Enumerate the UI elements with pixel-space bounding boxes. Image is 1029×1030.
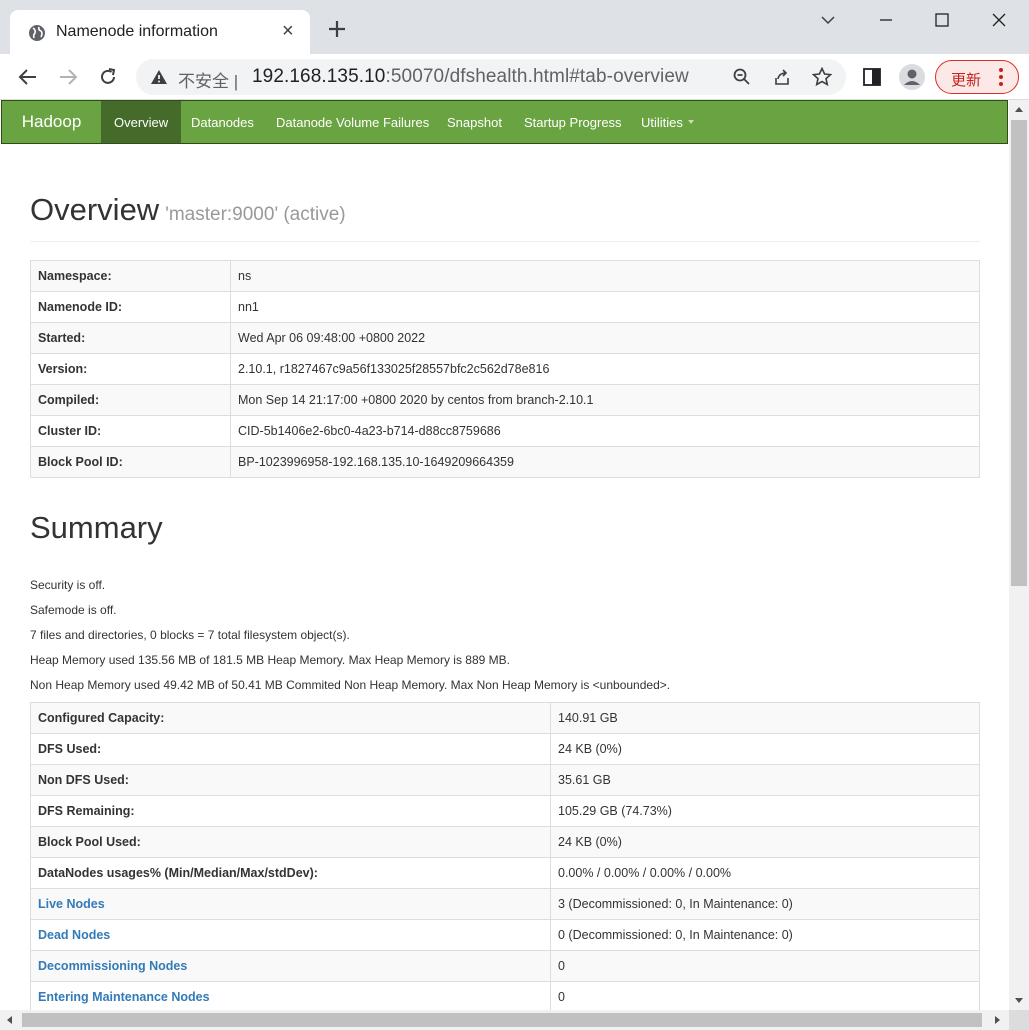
scroll-up-icon[interactable] [1015,107,1023,112]
horizontal-scrollbar[interactable] [0,1010,1009,1030]
scroll-left-icon[interactable] [7,1016,12,1024]
nav-startup-progress[interactable]: Startup Progress [511,101,635,143]
entering-maintenance-nodes-link[interactable]: Entering Maintenance Nodes [38,990,210,1004]
nav-datanodes[interactable]: Datanodes [178,101,267,143]
side-panel-icon[interactable] [861,66,883,88]
address-bar[interactable]: 不安全 | 192.168.135.10:50070/dfshealth.htm… [136,59,846,95]
nav-overview[interactable]: Overview [101,101,182,143]
divider [30,241,980,242]
horizontal-scroll-thumb[interactable] [22,1013,982,1027]
browser-toolbar: 不安全 | 192.168.135.10:50070/dfshealth.htm… [0,54,1029,100]
summary-line: Heap Memory used 135.56 MB of 181.5 MB H… [30,653,510,667]
overview-table: Namespace: ns Namenode ID: nn1 Started: Wed… [30,260,980,478]
table-row: Compiled: Mon Sep 14 21:17:00 +0800 2020 … [30,384,980,416]
nav-snapshot[interactable]: Snapshot [434,101,515,143]
decommissioning-nodes-link[interactable]: Decommissioning Nodes [38,959,187,973]
update-button[interactable]: 更新 [935,60,1019,94]
vertical-scroll-thumb[interactable] [1011,120,1027,586]
menu-dots-icon[interactable] [998,67,1004,87]
new-tab-icon[interactable] [326,18,348,40]
scroll-right-icon[interactable] [995,1016,1000,1024]
security-label[interactable]: 不安全 | [178,67,238,92]
warning-icon[interactable] [150,69,168,85]
table-row: Block Pool Used: 24 KB (0%) [30,826,980,858]
table-row: Started: Wed Apr 06 09:48:00 +0800 2022 [30,322,980,354]
table-row: DataNodes usages% (Min/Median/Max/stdDev… [30,857,980,889]
tab-search-icon[interactable] [800,0,856,40]
nav-utilities[interactable]: Utilities [628,101,707,143]
share-icon[interactable] [772,67,792,87]
summary-heading: Summary [30,510,163,545]
nav-datanode-volume-failures[interactable]: Datanode Volume Failures [263,101,442,143]
chevron-down-icon [687,120,694,124]
vertical-scrollbar[interactable] [1009,100,1029,1010]
back-icon[interactable] [17,66,39,88]
hadoop-navbar: Hadoop Overview Datanodes Datanode Volum… [1,100,1008,144]
table-row: Entering Maintenance Nodes 0 [30,981,980,1013]
zoom-icon[interactable] [732,67,752,87]
table-row: Decommissioning Nodes 0 [30,950,980,982]
url-text[interactable]: 192.168.135.10:50070/dfshealth.html#tab-… [252,66,689,88]
scroll-down-icon[interactable] [1015,998,1023,1003]
brand-link[interactable]: Hadoop [2,101,101,143]
table-row: Version: 2.10.1, r1827467c9a56f133025f285… [30,353,980,385]
page-viewport: Hadoop Overview Datanodes Datanode Volum… [0,100,1029,1030]
summary-line: Safemode is off. [30,603,117,617]
tab-title: Namenode information [56,23,218,40]
window-close-icon[interactable] [971,0,1027,40]
table-row: Block Pool ID: BP-1023996958-192.168.135.… [30,446,980,478]
summary-table: Configured Capacity: 140.91 GB DFS Used: 2… [30,702,980,1013]
summary-line: Non Heap Memory used 49.42 MB of 50.41 M… [30,678,671,692]
scrollbar-corner [1009,1010,1029,1030]
table-row: Namespace: ns [30,260,980,292]
minimize-icon[interactable] [858,0,914,40]
browser-titlebar: Namenode information × [0,0,1029,54]
tab-close-icon[interactable]: × [282,21,294,41]
live-nodes-link[interactable]: Live Nodes [38,897,105,911]
table-row: Namenode ID: nn1 [30,291,980,323]
globe-icon [29,25,45,41]
maximize-icon[interactable] [914,0,970,40]
forward-icon[interactable] [57,66,79,88]
dead-nodes-link[interactable]: Dead Nodes [38,928,110,942]
reload-icon[interactable] [97,66,119,88]
summary-line: Security is off. [30,578,106,592]
summary-line: 7 files and directories, 0 blocks = 7 to… [30,628,350,642]
table-row: Dead Nodes 0 (Decommissioned: 0, In Maint… [30,919,980,951]
bookmark-star-icon[interactable] [812,67,832,87]
table-row: Non DFS Used: 35.61 GB [30,764,980,796]
page-subtitle: 'master:9000' (active) [165,204,346,225]
browser-tab[interactable]: Namenode information × [10,10,310,54]
profile-avatar-icon[interactable] [899,64,925,90]
table-row: Live Nodes 3 (Decommissioned: 0, In Maint… [30,888,980,920]
table-row: Configured Capacity: 140.91 GB [30,702,980,734]
table-row: Cluster ID: CID-5b1406e2-6bc0-4a23-b714-d… [30,415,980,447]
page-title: Overview'master:9000' (active) [30,192,346,227]
table-row: DFS Used: 24 KB (0%) [30,733,980,765]
table-row: DFS Remaining: 105.29 GB (74.73%) [30,795,980,827]
